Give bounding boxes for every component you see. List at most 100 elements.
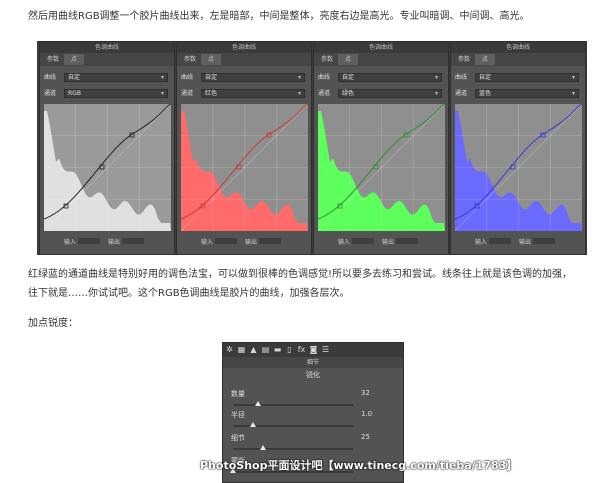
curve-preset-select[interactable]: 自定 ▾ <box>338 73 442 82</box>
curve-panel-title: 色调曲线 <box>177 42 311 53</box>
curve-preset-label: 曲线 <box>44 74 57 81</box>
tone-curve-panels: 色调曲线 参数 点 曲线 自定 ▾ 通道 RGB ▾ 输入 输出 色调曲线 参数 点… <box>37 41 587 255</box>
curve-preset-select[interactable]: 自定 ▾ <box>475 73 579 82</box>
curve-preset-row: 曲线 自定 ▾ <box>318 72 444 83</box>
channel-row: 通道 绿色 ▾ <box>318 88 444 99</box>
effects-icon[interactable]: fx <box>297 345 306 354</box>
panel-icon-bar: ✲ ▦ ▲ ▤ ▬ ▯ fx ◙ ☰ <box>223 343 403 357</box>
tab-point[interactable]: 点 <box>475 54 495 65</box>
slider-track[interactable] <box>233 448 353 450</box>
channel-select[interactable]: RGB ▾ <box>64 89 168 98</box>
output-label: 输出 <box>108 239 121 246</box>
slider-knob[interactable] <box>260 445 266 450</box>
curve-icon[interactable]: ▦ <box>237 345 246 354</box>
chevron-down-icon: ▾ <box>297 90 301 97</box>
channel-row: 通道 红色 ▾ <box>181 88 307 99</box>
curve-panel: 色调曲线 参数 点 曲线 自定 ▾ 通道 绿色 ▾ 输入 输出 <box>313 41 449 255</box>
channel-select[interactable]: 红色 ▾ <box>201 89 305 98</box>
curve-panel: 色调曲线 参数 点 曲线 自定 ▾ 通道 RGB ▾ 输入 输出 <box>39 41 175 255</box>
output-field[interactable] <box>533 238 555 244</box>
input-field[interactable] <box>352 238 374 244</box>
input-label: 输入 <box>338 239 351 246</box>
curve-preset-label: 曲线 <box>181 74 194 81</box>
slider-label: 半径 <box>231 411 245 419</box>
input-field[interactable] <box>215 238 237 244</box>
curve-graph[interactable] <box>181 104 308 231</box>
curve-io-row: 输入 输出 <box>181 235 308 249</box>
presets-icon[interactable]: ☰ <box>321 345 330 354</box>
curve-tabs: 参数 点 <box>40 53 174 66</box>
output-label: 输出 <box>519 239 532 246</box>
hsl-icon[interactable]: ▤ <box>261 345 270 354</box>
chevron-down-icon: ▾ <box>297 74 301 81</box>
channel-label: 通道 <box>455 90 468 97</box>
tab-point[interactable]: 点 <box>201 54 221 65</box>
detail-icon[interactable]: ▲ <box>249 345 258 354</box>
input-field[interactable] <box>78 238 100 244</box>
intro-text: 然后用曲线RGB调整一个胶片曲线出来，左是暗部，中间是整体，亮度右边是高光。专业… <box>28 11 530 22</box>
slider-value[interactable]: 32 <box>361 389 370 397</box>
chevron-down-icon: ▾ <box>571 90 575 97</box>
explain-text-line2: 往下就是……你试试吧。这个RGB色调曲线是胶片的曲线，加强各层次。 <box>28 288 350 299</box>
curve-tabs: 参数 点 <box>314 53 448 66</box>
curve-preset-select[interactable]: 自定 ▾ <box>64 73 168 82</box>
channel-label: 通道 <box>181 90 194 97</box>
slider-knob[interactable] <box>250 422 257 427</box>
input-label: 输入 <box>475 239 488 246</box>
input-label: 输入 <box>64 239 77 246</box>
chevron-down-icon: ▾ <box>434 74 438 81</box>
output-field[interactable] <box>396 238 418 244</box>
chevron-down-icon: ▾ <box>571 74 575 81</box>
input-label: 输入 <box>201 239 214 246</box>
channel-select[interactable]: 蓝色 ▾ <box>475 89 579 98</box>
channel-row: 通道 蓝色 ▾ <box>455 88 581 99</box>
output-field[interactable] <box>122 238 144 244</box>
curve-io-row: 输入 输出 <box>455 235 582 249</box>
output-field[interactable] <box>259 238 281 244</box>
slider-value[interactable]: 25 <box>361 433 370 441</box>
curve-preset-row: 曲线 自定 ▾ <box>44 72 170 83</box>
slider-knob[interactable] <box>255 401 262 406</box>
slider-track[interactable] <box>233 404 353 406</box>
chevron-down-icon: ▾ <box>434 90 438 97</box>
curve-graph[interactable] <box>44 104 171 231</box>
curve-tabs: 参数 点 <box>451 53 585 66</box>
chevron-down-icon: ▾ <box>160 74 164 81</box>
channel-label: 通道 <box>44 90 57 97</box>
tab-params[interactable]: 参数 <box>317 54 337 65</box>
tab-point[interactable]: 点 <box>338 54 358 65</box>
channel-row: 通道 RGB ▾ <box>44 88 170 99</box>
tab-params[interactable]: 参数 <box>43 54 63 65</box>
split-tone-icon[interactable]: ▬ <box>273 345 282 354</box>
camera-icon[interactable]: ◙ <box>309 345 318 354</box>
detail-panel-title: 细节 <box>223 357 403 368</box>
curve-graph[interactable] <box>455 104 582 231</box>
slider-label: 细节 <box>231 434 245 442</box>
curve-preset-label: 曲线 <box>455 74 468 81</box>
channel-select[interactable]: 绿色 ▾ <box>338 89 442 98</box>
output-label: 输出 <box>245 239 258 246</box>
basic-icon[interactable]: ✲ <box>225 345 234 354</box>
curve-preset-row: 曲线 自定 ▾ <box>455 72 581 83</box>
curve-panel-title: 色调曲线 <box>451 42 585 53</box>
tab-params[interactable]: 参数 <box>454 54 474 65</box>
channel-label: 通道 <box>318 90 331 97</box>
sharpen-section-title: 锐化 <box>306 371 320 379</box>
lens-icon[interactable]: ▯ <box>285 345 294 354</box>
curve-preset-select[interactable]: 自定 ▾ <box>201 73 305 82</box>
curve-preset-label: 曲线 <box>318 74 331 81</box>
curve-graph[interactable] <box>318 104 445 231</box>
chevron-down-icon: ▾ <box>160 90 164 97</box>
curve-tabs: 参数 点 <box>177 53 311 66</box>
output-label: 输出 <box>382 239 395 246</box>
watermark: PhotoShop平面设计吧【www.tinecg.com/tieba/1783… <box>200 459 518 472</box>
curve-panel: 色调曲线 参数 点 曲线 自定 ▾ 通道 红色 ▾ 输入 输出 <box>176 41 312 255</box>
curve-io-row: 输入 输出 <box>44 235 171 249</box>
slider-value[interactable]: 1.0 <box>361 410 372 418</box>
curve-io-row: 输入 输出 <box>318 235 445 249</box>
tab-params[interactable]: 参数 <box>180 54 200 65</box>
curve-panel-title: 色调曲线 <box>314 42 448 53</box>
input-field[interactable] <box>489 238 511 244</box>
slider-label: 数量 <box>231 390 245 398</box>
tab-point[interactable]: 点 <box>64 54 84 65</box>
